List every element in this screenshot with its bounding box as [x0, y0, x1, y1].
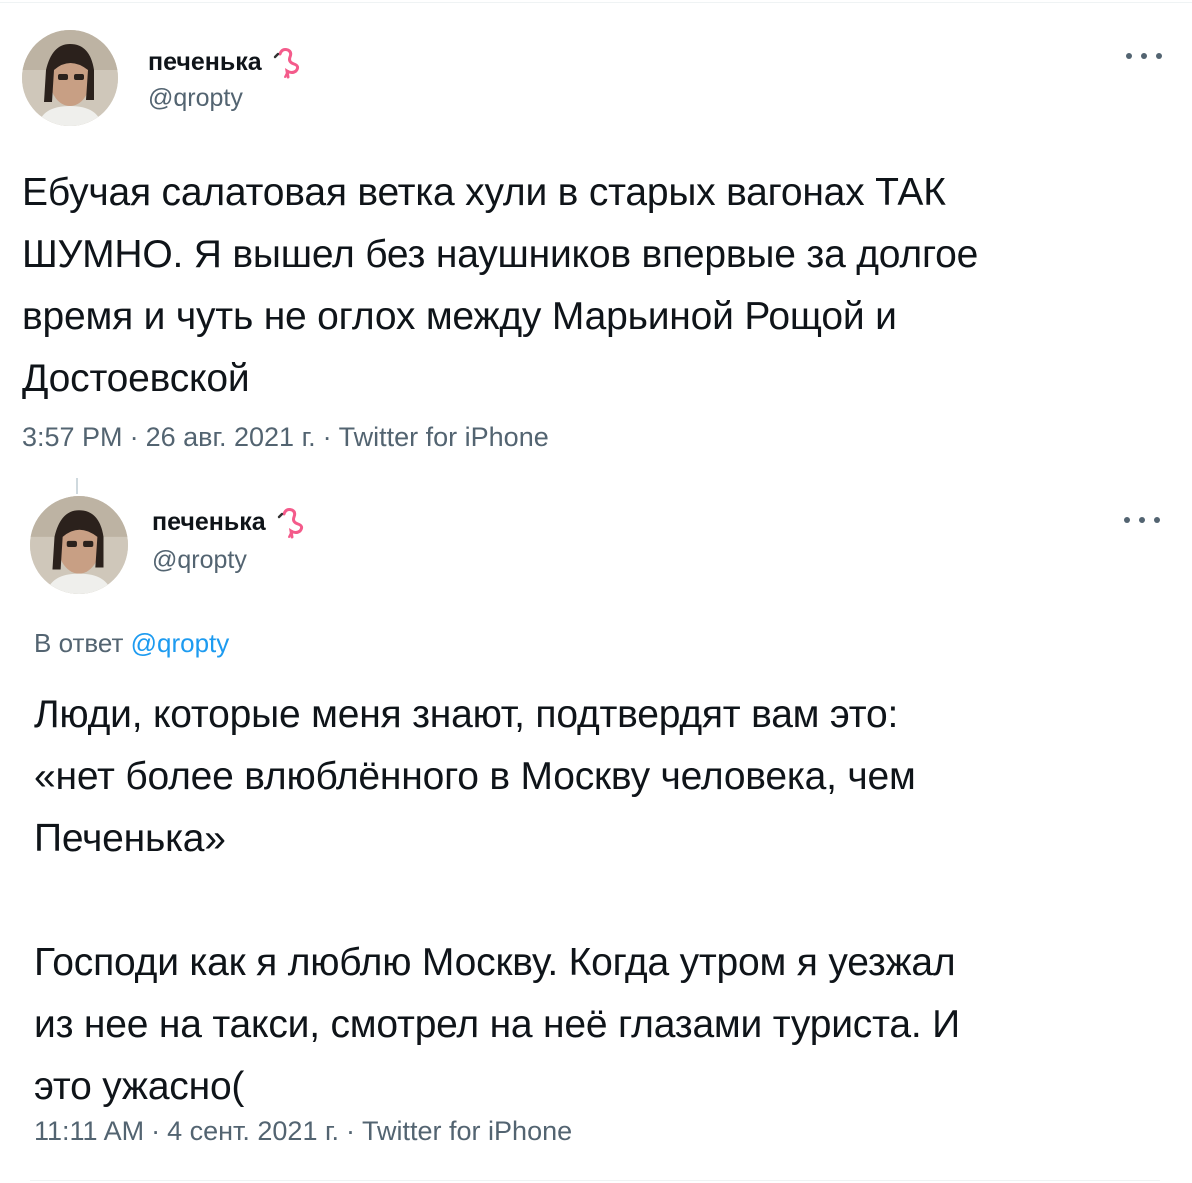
bottom-divider [30, 1180, 1160, 1181]
reply-to-link[interactable]: @qropty [131, 628, 230, 658]
separator: · [129, 422, 139, 452]
avatar[interactable] [22, 30, 118, 126]
tweet-source[interactable]: Twitter for iPhone [339, 422, 549, 452]
username-handle[interactable]: @qropty [152, 548, 247, 573]
username-handle[interactable]: @qropty [148, 86, 243, 111]
reply-context: В ответ @qropty [34, 630, 229, 656]
tweet-metadata: 3:57 PM · 26 авг. 2021 г. · Twitter for iPho… [22, 424, 549, 451]
reply-prefix: В ответ [34, 628, 124, 658]
separator: · [322, 422, 332, 452]
tweet-time[interactable]: 11:11 AM [34, 1116, 144, 1146]
display-name[interactable]: печенька [148, 49, 262, 75]
tweet-date[interactable]: 26 авг. 2021 г. [146, 422, 316, 452]
separator: · [346, 1116, 356, 1146]
more-options-icon[interactable] [1126, 46, 1162, 66]
tweet-date[interactable]: 4 сент. 2021 г. [167, 1116, 339, 1146]
author-row: печенька [148, 44, 306, 80]
separator: · [151, 1116, 161, 1146]
tweet-metadata: 11:11 AM · 4 сент. 2021 г. · Twitter for iPh… [34, 1118, 572, 1145]
avatar-photo [22, 30, 118, 126]
flamingo-icon [277, 508, 303, 539]
avatar-photo [30, 496, 128, 594]
tweet-text: Люди, которые меня знают, подтвердят вам… [34, 693, 960, 1108]
tweet-2[interactable]: печенька @qropty В ответ @qropty Люди, к… [0, 470, 1192, 1183]
tweet-source[interactable]: Twitter for iPhone [362, 1116, 572, 1146]
tweet-time[interactable]: 3:57 PM [22, 422, 123, 452]
more-options-icon[interactable] [1124, 510, 1160, 530]
tweet-text: Ебучая салатовая ветка хули в старых ваг… [22, 171, 979, 400]
avatar[interactable] [30, 496, 128, 594]
author-row: печенька [152, 504, 310, 540]
flamingo-icon [273, 48, 299, 79]
display-name[interactable]: печенька [152, 509, 266, 535]
tweet-1[interactable]: печенька @qropty Ебучая салатовая ветка … [0, 0, 1192, 470]
